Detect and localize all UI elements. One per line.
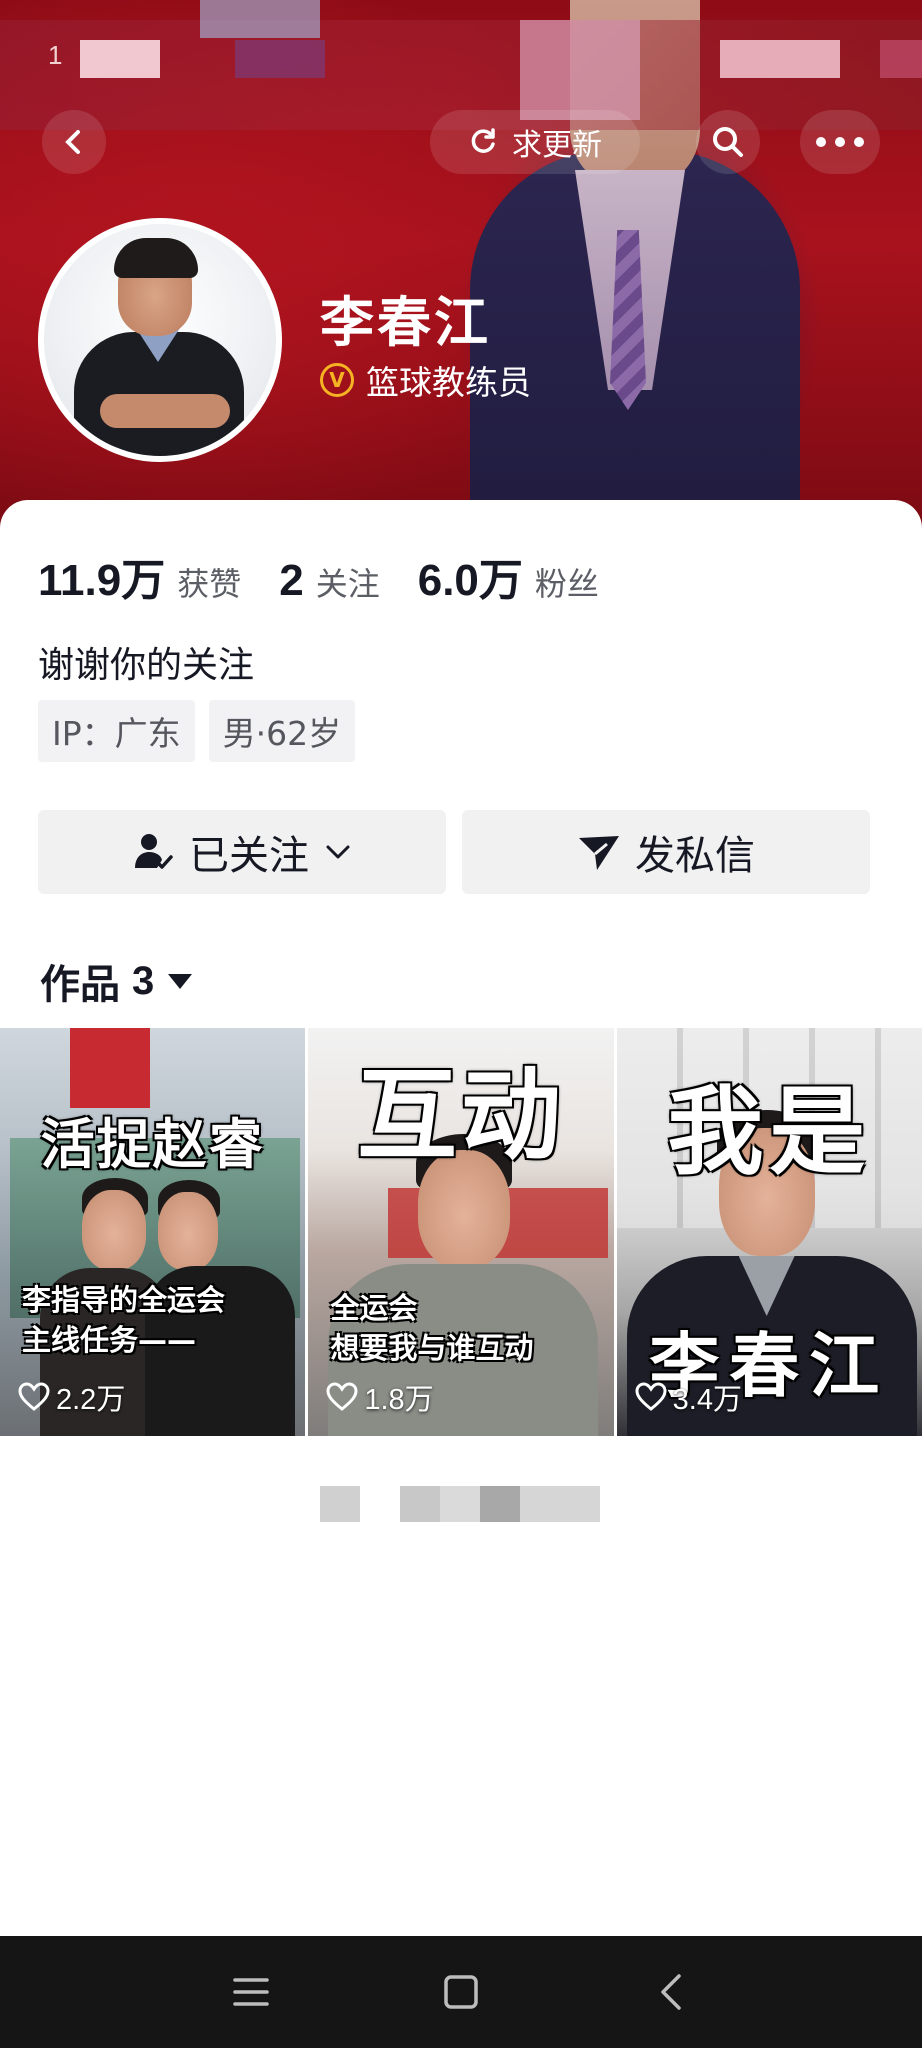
caret-down-icon	[168, 974, 193, 989]
video-thumbnail[interactable]: 互动 全运会 想要我与谁互动 1.8万	[308, 1028, 614, 1436]
more-dots-icon	[816, 137, 864, 147]
likes-value: 3.4万	[672, 1384, 742, 1416]
thumbnail-caption: 主线任务——	[22, 1323, 197, 1357]
send-icon	[579, 836, 619, 870]
status-bar-time: 1	[48, 40, 63, 70]
works-count: 3	[132, 958, 155, 1003]
likes-label[interactable]: 获赞	[177, 559, 241, 605]
followers-label[interactable]: 粉丝	[535, 559, 599, 605]
mosaic-block	[200, 0, 320, 38]
heart-icon	[326, 1382, 358, 1411]
heart-icon	[635, 1382, 667, 1411]
stats-row: 11.9万 获赞 2 关注 6.0万 粉丝	[38, 544, 637, 608]
request-update-label: 求更新	[512, 128, 602, 163]
verification-text: 篮球教练员	[366, 363, 531, 402]
avatar-arms	[100, 394, 230, 428]
mosaic-block	[440, 1486, 480, 1522]
mosaic-block	[80, 40, 160, 78]
likes-value: 1.8万	[364, 1384, 434, 1416]
mosaic-block	[520, 20, 640, 120]
profile-name: 李春江	[320, 291, 491, 354]
thumbnail-title: 我是	[667, 1076, 872, 1188]
profile-banner: 1 求更新 李春江 V 篮球教练员	[0, 0, 922, 540]
send-message-button[interactable]: 发私信	[462, 810, 870, 894]
avatar[interactable]	[38, 218, 282, 462]
likes-count[interactable]: 11.9万	[38, 544, 165, 608]
person-face	[82, 1190, 146, 1270]
search-button[interactable]	[696, 110, 760, 174]
thumbnail-title: 互动	[356, 1057, 565, 1174]
more-button[interactable]	[800, 110, 880, 174]
chevron-down-icon	[326, 845, 350, 859]
followed-label: 已关注	[189, 833, 309, 879]
profile-bio: 谢谢你的关注	[38, 645, 255, 686]
works-tab[interactable]: 作品 3	[40, 952, 194, 1010]
mosaic-block	[320, 1486, 360, 1522]
heart-icon	[18, 1382, 50, 1411]
system-navigation-bar	[0, 1936, 922, 2048]
request-update-button[interactable]: 求更新	[430, 110, 640, 174]
works-grid: 活捉赵睿 李指导的全运会 主线任务—— 2.2万 互动 全运会 想要我与谁互动 …	[0, 1028, 922, 1436]
nav-home-button[interactable]	[431, 1962, 491, 2022]
verified-badge-icon: V	[320, 363, 354, 397]
mosaic-block	[720, 40, 840, 78]
following-label[interactable]: 关注	[316, 559, 380, 605]
square-home-icon	[444, 1975, 478, 2009]
mosaic-block	[520, 1486, 600, 1522]
verification-row: V 篮球教练员	[320, 356, 531, 404]
video-likes: 2.2万	[18, 1376, 125, 1418]
nav-back-button[interactable]	[641, 1962, 701, 2022]
video-thumbnail[interactable]: 我是 李春江 3.4万	[616, 1028, 922, 1436]
likes-value: 2.2万	[56, 1384, 126, 1416]
thumbnail-title: 活捉赵睿	[40, 1113, 265, 1176]
back-chevron-icon	[661, 1974, 681, 2010]
mosaic-block	[480, 1486, 520, 1522]
profile-actions: 已关注 发私信	[38, 810, 870, 894]
back-arrow-icon	[65, 130, 80, 154]
profile-tags: IP：广东 男·62岁	[38, 700, 356, 762]
refresh-icon	[471, 128, 495, 153]
followed-button[interactable]: 已关注	[38, 810, 446, 894]
menu-icon	[233, 1978, 269, 2006]
mosaic-block	[400, 1486, 440, 1522]
video-thumbnail[interactable]: 活捉赵睿 李指导的全运会 主线任务—— 2.2万	[0, 1028, 306, 1436]
followers-count[interactable]: 6.0万	[418, 544, 523, 608]
person-face	[158, 1192, 218, 1270]
video-likes: 3.4万	[635, 1376, 742, 1418]
mosaic-block	[235, 40, 325, 78]
search-icon	[713, 127, 743, 157]
avatar-hair	[114, 238, 198, 278]
thumbnail-caption: 全运会	[330, 1291, 418, 1325]
back-button[interactable]	[42, 110, 106, 174]
ip-location-tag: IP：广东	[38, 700, 195, 762]
mosaic-block	[880, 40, 922, 78]
blurred-footer-text	[320, 1486, 600, 1522]
following-count[interactable]: 2	[279, 556, 303, 606]
thumbnail-caption: 李指导的全运会	[22, 1283, 226, 1317]
gender-age-tag: 男·62岁	[208, 700, 356, 762]
send-message-label: 发私信	[635, 833, 755, 879]
thumbnail-sign	[70, 1028, 150, 1108]
works-title: 作品	[40, 962, 120, 1008]
nav-menu-button[interactable]	[221, 1962, 281, 2022]
thumbnail-caption: 想要我与谁互动	[330, 1331, 534, 1365]
user-check-icon	[135, 834, 173, 869]
video-likes: 1.8万	[326, 1376, 434, 1418]
